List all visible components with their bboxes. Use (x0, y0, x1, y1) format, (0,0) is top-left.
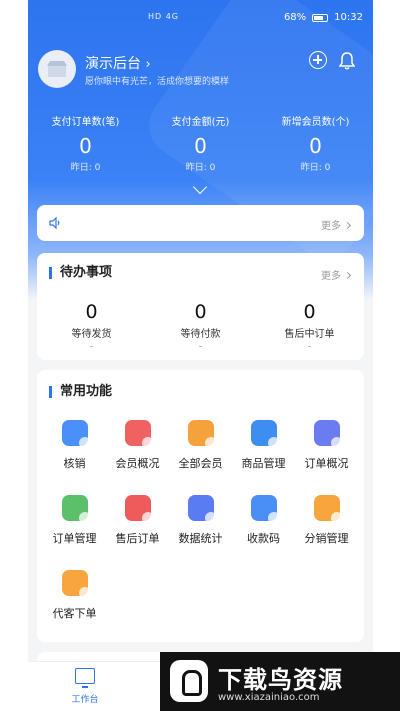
store-motto: 愿你眼中有光芒，活成你想要的模样 (85, 77, 230, 87)
features-title: 常用功能 (49, 385, 112, 398)
store-name: 演示后台 (85, 56, 141, 72)
cart-icon (250, 420, 280, 449)
more-label: 更多 (321, 221, 341, 232)
more-label: 更多 (321, 271, 341, 282)
speaker-icon (49, 217, 60, 229)
battery-percent: 68% (283, 12, 307, 23)
todo-indicator (199, 346, 202, 347)
feature-label: 会员概况 (115, 457, 160, 470)
stat-yesterday: 昨日: 0 (185, 163, 216, 173)
todo-awaiting-shipment[interactable]: 0 等待发货 (37, 301, 146, 347)
feature-label: 订单管理 (52, 532, 97, 545)
stats-row: 支付订单数(笔) 0 昨日: 0 支付金额(元) 0 昨日: 0 新增会员数(个… (28, 113, 373, 173)
feature-item[interactable]: 代客下单 (43, 570, 106, 621)
watermark: 下载鸟资源 www.xiazainiao.com (160, 652, 400, 711)
data-stats-icon (187, 495, 217, 524)
feature-label: 订单概况 (304, 457, 349, 470)
notice-bar[interactable]: 更多 (37, 205, 364, 241)
todo-count: 0 (303, 301, 316, 323)
stat-label: 支付订单数(笔) (51, 117, 120, 128)
tab-label: 工作台 (71, 695, 99, 705)
feature-item[interactable]: 会员概况 (106, 420, 169, 471)
store-name-link[interactable]: 演示后台 › (85, 53, 151, 73)
all-members-icon (187, 420, 217, 449)
watermark-title: 下载鸟资源 (218, 666, 343, 694)
todo-indicator (90, 346, 93, 347)
stat-value: 0 (309, 134, 322, 158)
chevron-right-icon (343, 271, 352, 280)
feature-label: 收款码 (247, 532, 280, 545)
stat-paid-orders[interactable]: 支付订单数(笔) 0 昨日: 0 (28, 113, 143, 173)
stat-label: 新增会员数(个) (281, 117, 350, 128)
status-bar: HD 4G 68% 10:32 (28, 0, 373, 36)
tab-workbench[interactable]: 工作台 (68, 668, 102, 705)
stat-label: 支付金额(元) (171, 117, 230, 128)
feature-item[interactable]: 全部会员 (169, 420, 232, 471)
todo-awaiting-payment[interactable]: 0 等待付款 (146, 301, 255, 347)
feature-item[interactable]: 分销管理 (295, 495, 358, 546)
todo-more-link[interactable]: 更多 (321, 267, 352, 282)
after-sale-icon (124, 495, 154, 524)
feature-item[interactable]: 订单概况 (295, 420, 358, 471)
add-button[interactable] (309, 51, 327, 69)
stat-value: 0 (79, 134, 92, 158)
order-manage-icon (61, 495, 91, 524)
watermark-logo-icon (170, 660, 208, 702)
watermark-url: www.xiazainiao.com (218, 692, 320, 703)
feature-label: 全部会员 (178, 457, 223, 470)
bell-icon[interactable] (338, 52, 356, 70)
todo-card: 待办事项 更多 0 等待发货 0 等待付款 0 售后中订单 (37, 253, 364, 360)
features-card: 常用功能 核销 会员概况 全部会员 商品管理 订单概况订单管理 售后订单 数据统计 收款码 分销… (37, 370, 364, 642)
proxy-order-icon (61, 570, 91, 599)
stat-new-members[interactable]: 新增会员数(个) 0 昨日: 0 (258, 113, 373, 173)
stat-yesterday: 昨日: 0 (300, 163, 331, 173)
todo-indicator (308, 346, 311, 347)
todo-title: 待办事项 (49, 266, 112, 279)
store-avatar[interactable] (38, 50, 76, 88)
chevron-right-icon (343, 221, 352, 230)
feature-item[interactable]: 订单管理 (43, 495, 106, 546)
stat-paid-amount[interactable]: 支付金额(元) 0 昨日: 0 (143, 113, 258, 173)
todo-count: 0 (194, 301, 207, 323)
feature-item[interactable]: 商品管理 (232, 420, 295, 471)
store-header[interactable]: 演示后台 › 愿你眼中有光芒，活成你想要的模样 (38, 50, 363, 90)
feature-label: 售后订单 (115, 532, 160, 545)
feature-item[interactable]: 数据统计 (169, 495, 232, 546)
feature-label: 分销管理 (304, 532, 349, 545)
feature-item[interactable]: 核销 (43, 420, 106, 471)
battery-icon (312, 13, 329, 22)
feature-item[interactable]: 售后订单 (106, 495, 169, 546)
network-indicator: HD 4G (148, 12, 180, 21)
feature-label: 商品管理 (241, 457, 286, 470)
todo-count: 0 (85, 301, 98, 323)
todo-label: 售后中订单 (284, 329, 335, 340)
distribution-icon (313, 495, 343, 524)
stat-yesterday: 昨日: 0 (70, 163, 101, 173)
qrcode-icon (250, 495, 280, 524)
clock: 10:32 (334, 12, 363, 23)
feature-item[interactable]: 收款码 (232, 495, 295, 546)
chevron-right-icon: › (145, 57, 151, 72)
stat-value: 0 (194, 134, 207, 158)
feature-label: 代客下单 (52, 607, 97, 620)
feature-label: 数据统计 (178, 532, 223, 545)
feature-label: 核销 (63, 457, 86, 470)
order-overview-icon (313, 420, 343, 449)
verify-icon (61, 420, 91, 449)
store-icon (47, 61, 67, 77)
features-grid: 核销 会员概况 全部会员 商品管理 订单概况订单管理 售后订单 数据统计 收款码 分销管理代客下… (43, 420, 358, 621)
member-overview-icon (124, 420, 154, 449)
todo-after-sale[interactable]: 0 售后中订单 (255, 301, 364, 347)
monitor-icon (75, 668, 95, 688)
app-screen: HD 4G 68% 10:32 演示后台 › 愿你眼中有光芒，活成你想要的模样 (28, 0, 373, 711)
notice-more-link[interactable]: 更多 (321, 217, 352, 232)
todo-label: 等待发货 (71, 329, 112, 340)
todo-label: 等待付款 (180, 329, 221, 340)
